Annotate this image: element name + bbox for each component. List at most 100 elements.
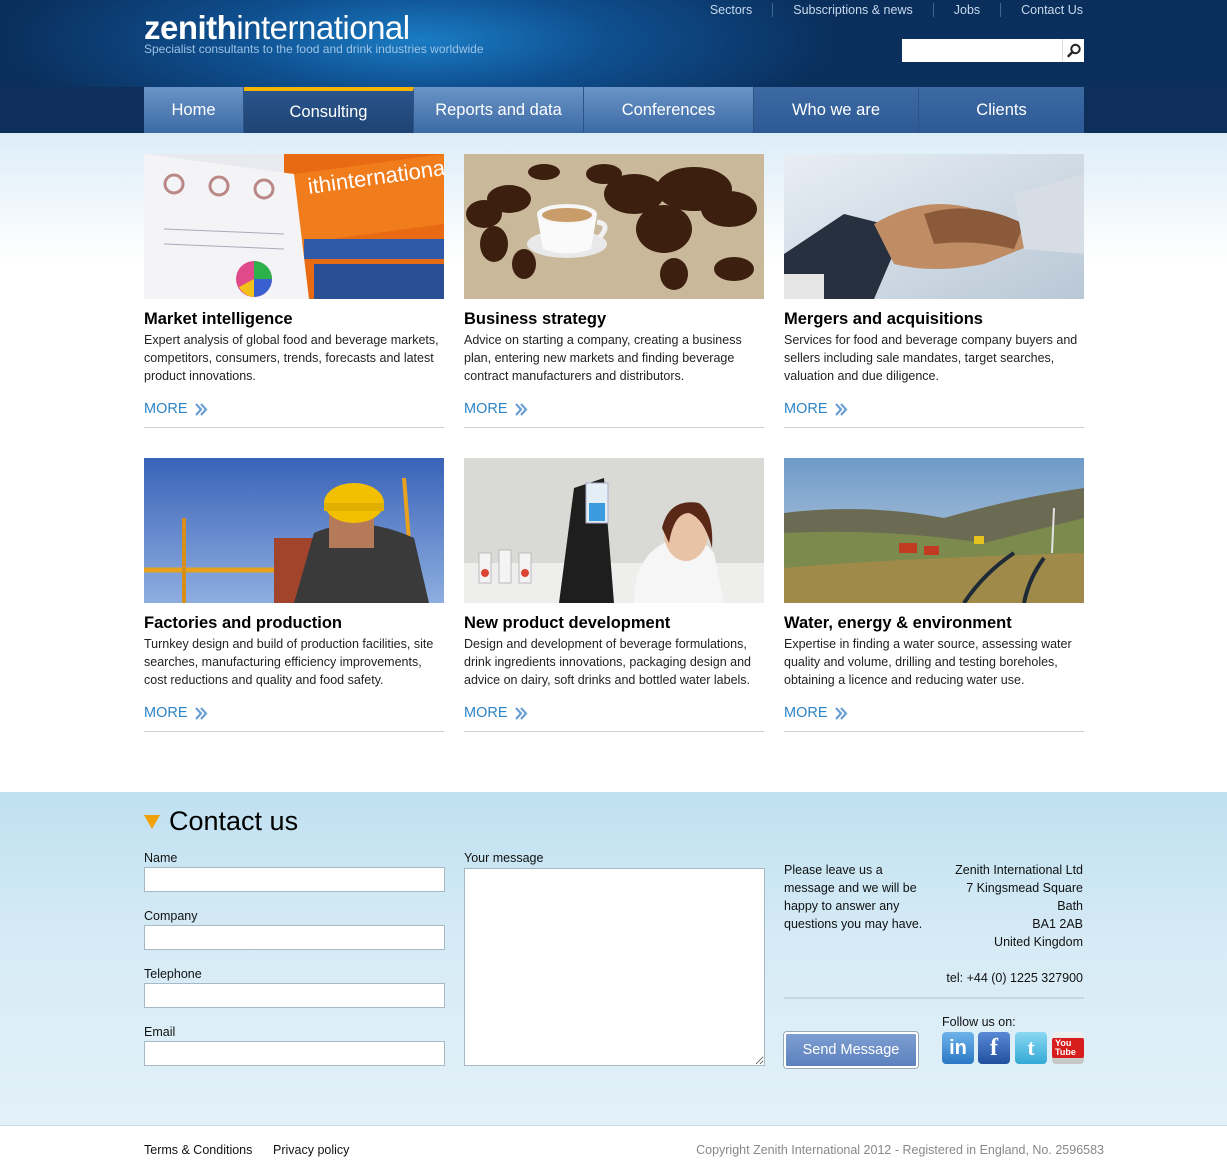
linkedin-icon[interactable]: in [942, 1032, 974, 1064]
facebook-glyph: f [990, 1034, 998, 1061]
service-title: Mergers and acquisitions [784, 310, 983, 328]
send-message-button[interactable]: Send Message [784, 1032, 918, 1068]
more-link-business-strategy[interactable]: MORE [464, 401, 528, 417]
email-field[interactable] [144, 1041, 445, 1066]
more-link-mergers-acquisitions[interactable]: MORE [784, 401, 848, 417]
double-chevron-right-icon [514, 706, 527, 720]
topnav-contact-us[interactable]: Contact Us [1000, 3, 1083, 17]
double-chevron-right-icon [194, 402, 207, 416]
service-title: Water, energy & environment [784, 614, 1012, 632]
nav-home[interactable]: Home [144, 87, 244, 133]
nav-who-we-are[interactable]: Who we are [754, 87, 919, 133]
name-field[interactable] [144, 867, 445, 892]
triangle-down-icon [144, 815, 160, 829]
service-card-market-intelligence: ithinternationa Market intelligence Expe… [144, 154, 444, 428]
card-divider [144, 427, 444, 428]
top-utility-nav: Sectors Subscriptions & news Jobs Contac… [690, 3, 1083, 17]
service-image-mergers-acquisitions[interactable] [784, 154, 1084, 299]
more-link-new-product-development[interactable]: MORE [464, 705, 528, 721]
topnav-sectors[interactable]: Sectors [690, 3, 772, 17]
construction-worker-hard-hat-photo [144, 458, 444, 603]
linkedin-glyph: in [949, 1036, 967, 1059]
logo-bold-text: zenith [144, 9, 237, 46]
address-company-name: Zenith International Ltd [955, 863, 1083, 877]
service-description: Advice on starting a company, creating a… [464, 333, 742, 383]
message-label: Your message [464, 851, 544, 865]
card-divider [144, 731, 444, 732]
service-card-mergers-acquisitions: Mergers and acquisitions Services for fo… [784, 154, 1084, 428]
twitter-icon[interactable]: t [1015, 1032, 1047, 1064]
more-label: MORE [464, 705, 508, 721]
address-telephone: tel: +44 (0) 1225 327900 [946, 971, 1083, 985]
company-address: Zenith International Ltd 7 Kingsmead Squ… [946, 861, 1083, 987]
service-description: Expert analysis of global food and bever… [144, 333, 439, 383]
nav-reports-and-data[interactable]: Reports and data [414, 87, 584, 133]
service-image-factories-production[interactable] [144, 458, 444, 603]
contact-divider [784, 997, 1084, 999]
privacy-policy-link[interactable]: Privacy policy [273, 1143, 349, 1157]
facebook-icon[interactable]: f [978, 1032, 1010, 1064]
service-image-market-intelligence[interactable]: ithinternationa [144, 154, 444, 299]
double-chevron-right-icon [834, 706, 847, 720]
lab-scientist-flask-photo [464, 458, 764, 603]
message-textarea[interactable] [464, 868, 765, 1066]
service-image-new-product-development[interactable] [464, 458, 764, 603]
double-chevron-right-icon [834, 402, 847, 416]
address-street: 7 Kingsmead Square [966, 881, 1083, 895]
address-country: United Kingdom [994, 935, 1083, 949]
service-description: Design and development of beverage formu… [464, 637, 751, 687]
card-divider [784, 731, 1084, 732]
more-label: MORE [144, 401, 188, 417]
nav-consulting[interactable]: Consulting [244, 87, 414, 133]
card-divider [464, 731, 764, 732]
search-box [902, 39, 1084, 62]
card-divider [464, 427, 764, 428]
search-input[interactable] [902, 39, 1062, 62]
company-label: Company [144, 909, 198, 923]
site-header: zenithinternational Specialist consultan… [0, 0, 1227, 87]
service-title: Factories and production [144, 614, 343, 632]
site-footer: Terms & Conditions Privacy policy Copyri… [0, 1125, 1227, 1173]
copyright-text: Copyright Zenith International 2012 - Re… [696, 1143, 1104, 1157]
terms-conditions-link[interactable]: Terms & Conditions [144, 1143, 252, 1157]
service-card-factories-production: Factories and production Turnkey design … [144, 458, 444, 732]
more-label: MORE [464, 401, 508, 417]
more-link-water-energy-environment[interactable]: MORE [784, 705, 848, 721]
more-link-factories-production[interactable]: MORE [144, 705, 208, 721]
youtube-glyph: You Tube [1052, 1038, 1084, 1058]
telephone-label: Telephone [144, 967, 202, 981]
telephone-field[interactable] [144, 983, 445, 1008]
contact-section: Contact us Name Company Telephone Email … [0, 792, 1227, 1125]
service-card-new-product-development: New product development Design and devel… [464, 458, 764, 732]
more-label: MORE [784, 401, 828, 417]
more-label: MORE [784, 705, 828, 721]
company-field[interactable] [144, 925, 445, 950]
search-button[interactable] [1062, 39, 1084, 62]
main-navigation: Home Consulting Reports and data Confere… [0, 87, 1227, 133]
service-image-water-energy-environment[interactable] [784, 458, 1084, 603]
twitter-glyph: t [1027, 1035, 1035, 1060]
nav-conferences[interactable]: Conferences [584, 87, 754, 133]
service-title: Market intelligence [144, 310, 293, 328]
nav-clients[interactable]: Clients [919, 87, 1084, 133]
topnav-subscriptions-news[interactable]: Subscriptions & news [772, 3, 933, 17]
coffee-cup-beans-world-map-photo [464, 154, 764, 299]
site-logo[interactable]: zenithinternational [144, 10, 410, 46]
youtube-icon[interactable]: You Tube [1052, 1032, 1084, 1064]
service-image-business-strategy[interactable] [464, 154, 764, 299]
logo-light-text: international [236, 9, 410, 46]
address-city: Bath [1057, 899, 1083, 913]
topnav-jobs[interactable]: Jobs [932, 3, 1000, 17]
service-description: Services for food and beverage company b… [784, 333, 1078, 383]
service-card-water-energy-environment: Water, energy & environment Expertise in… [784, 458, 1084, 732]
business-handshake-photo [784, 154, 1084, 299]
service-description: Expertise in finding a water source, ass… [784, 637, 1072, 687]
site-tagline: Specialist consultants to the food and d… [144, 42, 484, 56]
service-title: New product development [464, 614, 671, 632]
service-card-business-strategy: Business strategy Advice on starting a c… [464, 154, 764, 428]
hillside-pipeline-landscape-photo [784, 458, 1084, 603]
double-chevron-right-icon [514, 402, 527, 416]
more-link-market-intelligence[interactable]: MORE [144, 401, 208, 417]
contact-note: Please leave us a message and we will be… [784, 863, 923, 931]
service-title: Business strategy [464, 310, 607, 328]
